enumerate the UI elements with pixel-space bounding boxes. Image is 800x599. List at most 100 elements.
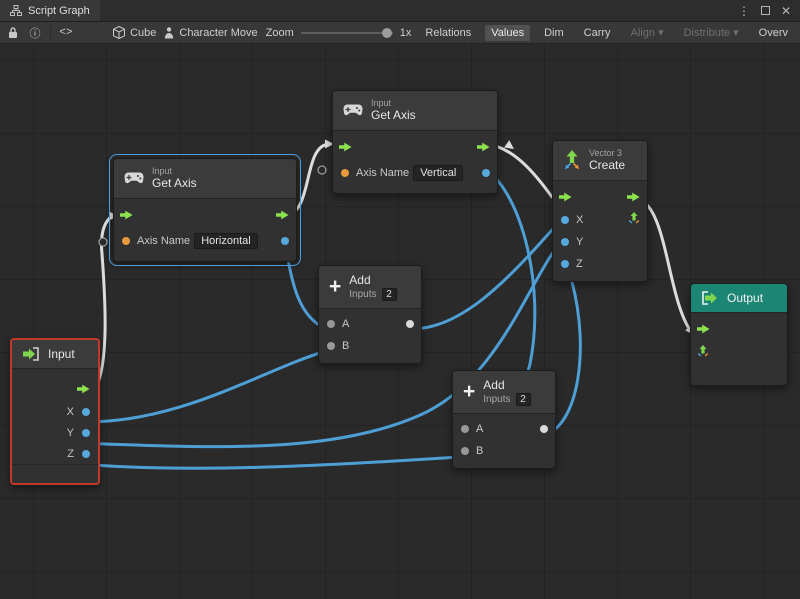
flow-in-port[interactable] (120, 210, 133, 220)
unconnected-port[interactable] (318, 166, 326, 174)
node-titles: Add Inputs 2 (349, 273, 396, 301)
axis-name-field[interactable]: Horizontal (194, 233, 258, 249)
wire-input-x-to-add1-b[interactable] (80, 351, 326, 422)
axis-value-out-port[interactable] (281, 237, 289, 245)
port-label: Z (67, 448, 74, 460)
flow-out-port[interactable] (477, 142, 490, 152)
node-title: Get Axis (371, 108, 416, 122)
wire-input-z-to-add2-b[interactable] (80, 457, 460, 468)
axis-name-port[interactable] (341, 169, 349, 177)
input-a-port[interactable] (327, 320, 335, 328)
axis-value-out-port[interactable] (482, 169, 490, 177)
graph-canvas[interactable]: Input Get Axis Axis Name Vertical (0, 44, 800, 599)
port-label: Z (576, 258, 583, 270)
x-in-port[interactable] (561, 216, 569, 224)
port-row-a: A (453, 418, 555, 440)
window-controls: ⋮ ✕ (738, 0, 800, 21)
inputs-count-field[interactable]: 2 (516, 393, 531, 406)
node-get-axis-horizontal[interactable]: Input Get Axis Axis Name Horizontal (113, 158, 297, 262)
node-title: Add (483, 378, 530, 392)
node-header[interactable]: Input Get Axis (114, 159, 296, 199)
y-out-port[interactable] (82, 429, 90, 437)
input-b-port[interactable] (461, 447, 469, 455)
flow-out-port[interactable] (77, 384, 90, 394)
inputs-line: Inputs 2 (349, 288, 396, 301)
distribute-button[interactable]: Distribute ▾ (678, 24, 745, 41)
flow-in-port[interactable] (559, 192, 572, 202)
vector-out-port[interactable] (628, 211, 640, 229)
port-row-z: Z (12, 443, 98, 464)
wire-add1-to-vector3-x[interactable] (410, 221, 560, 329)
node-get-axis-vertical[interactable]: Input Get Axis Axis Name Vertical (332, 90, 498, 194)
zoom-slider-handle[interactable] (382, 28, 392, 38)
align-button[interactable]: Align ▾ (625, 24, 670, 41)
node-header[interactable]: + Add Inputs 2 (319, 266, 421, 309)
param-row: Axis Name Horizontal (114, 227, 296, 255)
tab-script-graph[interactable]: Script Graph (0, 0, 100, 21)
carry-button[interactable]: Carry (578, 25, 617, 41)
tab-title: Script Graph (28, 5, 90, 17)
values-button[interactable]: Values (485, 25, 530, 41)
z-out-port[interactable] (82, 450, 90, 458)
target-object-button[interactable]: Cube (113, 26, 156, 39)
node-input[interactable]: Input X Y Z (10, 338, 100, 485)
input-b-port[interactable] (327, 342, 335, 350)
lock-icon[interactable] (6, 27, 20, 39)
dim-button[interactable]: Dim (538, 25, 570, 41)
output-icon (701, 291, 719, 305)
port-label: X (67, 406, 74, 418)
vector-port-icon (697, 345, 709, 357)
overview-button[interactable]: Overv (753, 25, 794, 41)
y-in-port[interactable] (561, 238, 569, 246)
inputs-label: Inputs (483, 394, 510, 405)
code-view-icon[interactable]: <> (59, 27, 73, 39)
node-title: Input (48, 347, 75, 361)
axis-name-field[interactable]: Vertical (413, 165, 463, 181)
node-add-2[interactable]: + Add Inputs 2 A B (452, 370, 556, 469)
flow-out-port[interactable] (627, 192, 640, 202)
node-footer (12, 464, 98, 477)
maximize-icon[interactable] (761, 6, 770, 15)
zoom-slider-track (301, 32, 393, 34)
x-out-port[interactable] (82, 408, 90, 416)
node-titles: Add Inputs 2 (483, 378, 530, 406)
unconnected-port[interactable] (99, 238, 107, 246)
node-header[interactable]: Input Get Axis (333, 91, 497, 131)
port-label: X (576, 214, 583, 226)
menu-icon[interactable]: ⋮ (738, 4, 750, 18)
input-icon (22, 347, 40, 361)
flow-in-port[interactable] (339, 142, 352, 152)
zoom-slider[interactable] (301, 27, 393, 39)
node-vector3-create[interactable]: Vector 3 Create X (552, 140, 648, 282)
node-header[interactable]: Output (691, 284, 787, 313)
gamepad-icon (343, 104, 363, 116)
vector-in-port[interactable] (697, 344, 709, 362)
flow-in-port[interactable] (697, 324, 710, 334)
graph-toolbar: ⓘ <> Cube Character Move Zoom 1x Relatio… (0, 22, 800, 44)
plus-icon: + (463, 384, 475, 400)
input-a-port[interactable] (461, 425, 469, 433)
sum-out-port[interactable] (540, 425, 548, 433)
info-icon[interactable]: ⓘ (28, 25, 42, 41)
node-kind: Input (371, 98, 416, 108)
node-header[interactable]: Vector 3 Create (553, 141, 647, 181)
node-header[interactable]: + Add Inputs 2 (453, 371, 555, 414)
node-add-1[interactable]: + Add Inputs 2 A B (318, 265, 422, 364)
sum-out-port[interactable] (406, 320, 414, 328)
relations-button[interactable]: Relations (419, 25, 477, 41)
vector-port-icon (628, 212, 640, 224)
z-in-port[interactable] (561, 260, 569, 268)
axis-name-port[interactable] (122, 237, 130, 245)
node-output[interactable]: Output (690, 283, 788, 386)
node-header[interactable]: Input (12, 340, 98, 369)
gamepad-icon (124, 172, 144, 184)
node-titles: Input (48, 347, 75, 361)
graph-asset-button[interactable]: Character Move (164, 27, 257, 39)
flow-out-port[interactable] (276, 210, 289, 220)
align-label: Align (631, 27, 655, 39)
node-title: Output (727, 291, 763, 305)
inputs-count-field[interactable]: 2 (382, 288, 397, 301)
node-title: Add (349, 273, 396, 287)
close-icon[interactable]: ✕ (781, 4, 791, 18)
toolbar-divider (50, 26, 51, 40)
